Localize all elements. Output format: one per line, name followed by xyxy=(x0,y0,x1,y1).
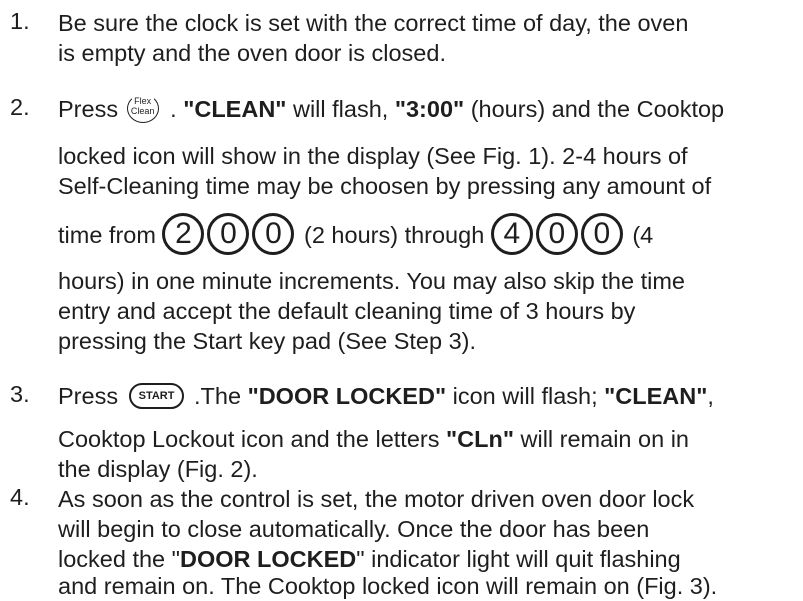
step-2-line-1: Press Flex Clean . "CLEAN" will flash, "3… xyxy=(58,94,725,124)
press-text: Press xyxy=(58,96,119,122)
step-1-line-2: is empty and the oven door is closed. xyxy=(58,40,446,66)
digit-0-key-icon: 0 xyxy=(207,212,250,255)
step-4-number: 4. xyxy=(10,484,30,510)
step-4-line-3: locked the "DOOR LOCKED" indicator light… xyxy=(58,546,681,572)
step-2-number: 2. xyxy=(10,94,30,120)
step-4-line-4: and remain on. The Cooktop locked icon w… xyxy=(58,573,718,599)
door-locked-label: "DOOR LOCKED" xyxy=(247,383,447,409)
digit-0-key-icon: 0 xyxy=(252,212,295,255)
step-3-line-3: the display (Fig. 2). xyxy=(58,456,258,482)
start-key-icon: START xyxy=(128,382,185,409)
step-2-line-4: time from 200 (2 hours) through 400 (4 xyxy=(58,212,653,258)
step-2-line-3: Self-Cleaning time may be choosen by pre… xyxy=(58,173,712,199)
step-4-line-2: will begin to close automatically. Once … xyxy=(58,516,650,542)
instructions-page: 1. Be sure the clock is set with the cor… xyxy=(0,0,803,600)
digit-0-key-icon: 0 xyxy=(535,212,578,255)
step-3-number: 3. xyxy=(10,381,30,407)
digit-0-key-icon: 0 xyxy=(580,212,623,255)
step-1-number: 1. xyxy=(10,8,30,34)
clean-label: "CLEAN" xyxy=(604,383,708,409)
step-4-line-1: As soon as the control is set, the motor… xyxy=(58,486,695,512)
three-hours-label: "3:00" xyxy=(394,96,465,122)
step-3-line-1: Press START .The "DOOR LOCKED" icon will… xyxy=(58,382,714,409)
clean-label: "CLEAN" xyxy=(183,96,287,122)
digit-4-key-icon: 4 xyxy=(490,212,533,255)
digit-2-key-icon: 2 xyxy=(162,212,205,255)
step-2-line-6: entry and accept the default cleaning ti… xyxy=(58,298,636,324)
step-2-line-7: pressing the Start key pad (See Step 3). xyxy=(58,328,477,354)
door-locked-label: DOOR LOCKED xyxy=(180,546,357,572)
flex-clean-key-icon: Flex Clean xyxy=(126,94,159,124)
step-2-line-2: locked icon will show in the display (Se… xyxy=(58,143,688,169)
step-3-line-2: Cooktop Lockout icon and the letters "CL… xyxy=(58,426,689,452)
step-2-line-5: hours) in one minute increments. You may… xyxy=(58,268,685,294)
cln-label: "CLn" xyxy=(446,426,514,452)
step-1-line-1: Be sure the clock is set with the correc… xyxy=(58,10,689,36)
